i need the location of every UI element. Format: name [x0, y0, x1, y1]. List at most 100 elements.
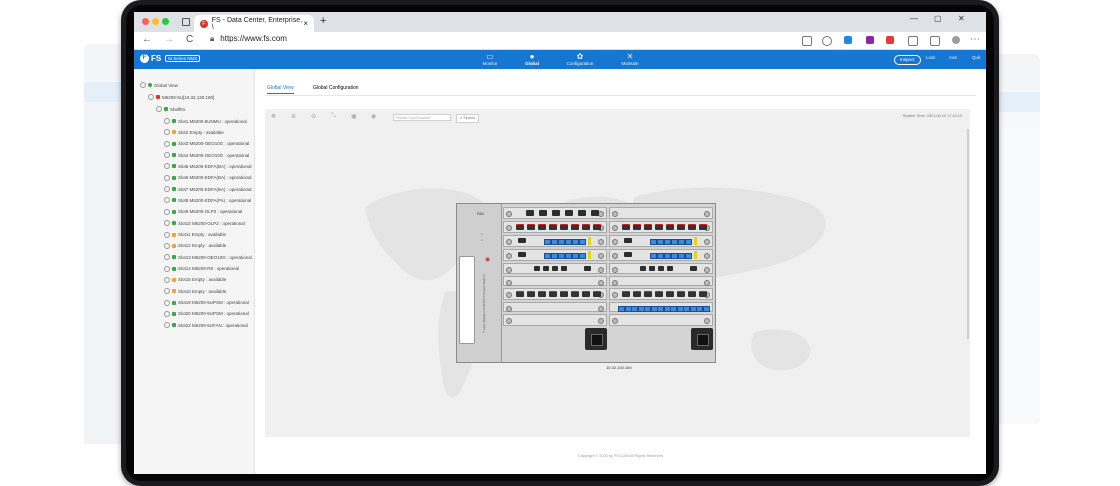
- tree-slot-item[interactable]: Slot20 M6200-5UPSM : operational: [164, 310, 249, 317]
- chassis-device[interactable]: FAN ● ● ◉ 5 Layer Modular FS-DCI/FS Tran…: [456, 203, 716, 363]
- chassis-slot[interactable]: [609, 288, 713, 300]
- save-icon[interactable]: ▣: [351, 113, 357, 120]
- tree-slot-item[interactable]: Slot9 M6200-OLP2 : operational: [164, 208, 242, 215]
- tree-slot-item[interactable]: Slot15 Empty : available: [164, 276, 226, 283]
- tree-slot-item[interactable]: Slot12 Empty : available: [164, 242, 226, 249]
- expand-icon[interactable]: [164, 129, 170, 136]
- chassis-slot[interactable]: [503, 235, 607, 247]
- fan-handle[interactable]: [459, 256, 475, 344]
- chassis-slot[interactable]: [503, 288, 607, 300]
- chassis-slot[interactable]: [609, 207, 713, 219]
- tree-slot-item[interactable]: Slot2 Empty : available: [164, 129, 224, 136]
- user-name[interactable]: root: [949, 55, 957, 60]
- chassis-slot[interactable]: [609, 276, 713, 286]
- expand-icon[interactable]: [164, 276, 170, 283]
- chassis-slot[interactable]: [503, 276, 607, 286]
- new-tab-button[interactable]: +: [320, 15, 326, 27]
- canvas-scrollbar[interactable]: [967, 129, 969, 339]
- expand-icon[interactable]: [164, 254, 170, 261]
- tree-shelf[interactable]: Shelf01: [156, 106, 185, 112]
- fs-logo[interactable]: F FS M Series NMS: [140, 54, 201, 63]
- expand-icon[interactable]: [164, 299, 170, 306]
- zoom-out-icon[interactable]: ⊖: [311, 113, 316, 120]
- expand-icon[interactable]: [164, 197, 170, 204]
- chassis-slot[interactable]: [609, 263, 713, 274]
- chassis-slot[interactable]: [609, 235, 713, 247]
- expand-icon[interactable]: [164, 163, 170, 170]
- tree-slot-item[interactable]: Slot7 M6200-EDFA(BA) : operational: [164, 186, 252, 193]
- inspect-button[interactable]: Inspect: [894, 55, 921, 65]
- expand-icon[interactable]: [164, 265, 170, 272]
- nav-maintain[interactable]: ✕ Maintain: [610, 52, 650, 66]
- back-arrow-icon[interactable]: ←: [142, 34, 152, 45]
- maximize-window-dot[interactable]: [162, 18, 169, 25]
- extension-red-icon[interactable]: [886, 36, 894, 44]
- chassis-slot[interactable]: [609, 314, 713, 326]
- tree-slot-item[interactable]: Slot22 M6200-5UFAN : operational: [164, 322, 248, 329]
- collections-icon[interactable]: [930, 36, 940, 46]
- zoom-in-icon[interactable]: ⊕: [291, 113, 296, 120]
- tree-device[interactable]: M6200-5U[10.32.130.160]: [148, 94, 214, 100]
- quit-link[interactable]: Quit: [972, 55, 980, 60]
- tab-actions-icon[interactable]: [182, 18, 190, 26]
- expand-icon[interactable]: [164, 118, 170, 124]
- nav-monitor[interactable]: ▭ Monitor: [470, 52, 510, 66]
- tree-slot-item[interactable]: Slot19 M6200-5UPSM : operational: [164, 299, 249, 306]
- search-input[interactable]: Please input content: [393, 114, 451, 121]
- extension-purple-icon[interactable]: [866, 36, 874, 44]
- view-eye-icon[interactable]: ◉: [371, 113, 376, 120]
- chassis-slot[interactable]: [503, 314, 607, 326]
- expand-icon[interactable]: [164, 231, 170, 238]
- chassis-slot[interactable]: [609, 221, 713, 233]
- read-aloud-icon[interactable]: [802, 36, 812, 46]
- tree-slot-item[interactable]: Slot1 M6200-5UNMU : operational: [164, 118, 247, 124]
- tree-slot-item[interactable]: Slot8 M6200-EDFA(PA) : operational: [164, 197, 251, 204]
- tree-root-global-view[interactable]: Global View: [140, 82, 178, 88]
- expand-icon[interactable]: [164, 310, 170, 317]
- topology-canvas[interactable]: ✥ ⊕ ⊖ ⤡ ▣ ◉ Please input content ⌕ Searc…: [265, 109, 970, 437]
- link-icon[interactable]: ⤡: [331, 113, 336, 120]
- more-menu-icon[interactable]: ⋯: [970, 34, 980, 45]
- close-tab-icon[interactable]: ×: [303, 19, 308, 28]
- search-button[interactable]: ⌕ Search: [456, 114, 480, 123]
- expand-icon[interactable]: [164, 220, 170, 227]
- tree-slot-item[interactable]: Slot3 M6200-OEO10G : operational: [164, 140, 249, 147]
- chassis-slot[interactable]: [503, 302, 607, 312]
- expand-icon[interactable]: [164, 242, 170, 249]
- profile-avatar-icon[interactable]: [952, 36, 960, 44]
- extension-puzzle-icon[interactable]: [908, 36, 918, 46]
- chassis-slot[interactable]: [609, 249, 713, 261]
- tab-global-configuration[interactable]: Global Configuration: [313, 85, 359, 91]
- lock-link[interactable]: Lock: [926, 55, 936, 60]
- expand-icon[interactable]: [164, 174, 170, 181]
- fit-view-icon[interactable]: ✥: [271, 113, 276, 120]
- extension-blue-icon[interactable]: [844, 36, 852, 44]
- expand-icon[interactable]: [140, 82, 146, 88]
- expand-icon[interactable]: [164, 186, 170, 193]
- tree-slot-item[interactable]: Slot5 M6200-EDFA(BA) : operational: [164, 163, 252, 170]
- browser-tab[interactable]: F FS - Data Center, Enterprise, \ ×: [194, 15, 314, 32]
- nav-configuration[interactable]: ✿ Configuration: [560, 52, 600, 66]
- tree-slot-item[interactable]: Slot6 M6200-EDFA(BA) : operational: [164, 174, 252, 181]
- tree-slot-item[interactable]: Slot14 M6200-R8 : operational: [164, 265, 239, 272]
- reload-icon[interactable]: C: [186, 34, 193, 45]
- fan-module[interactable]: FAN ● ● ◉ 5 Layer Modular FS-DCI/FS Tran…: [457, 204, 502, 362]
- forward-arrow-icon[interactable]: →: [164, 34, 174, 45]
- window-minimize-icon[interactable]: —: [910, 14, 918, 23]
- expand-icon[interactable]: [156, 106, 162, 112]
- expand-icon[interactable]: [164, 140, 170, 147]
- tree-slot-item[interactable]: Slot11 Empty : available: [164, 231, 226, 238]
- expand-icon[interactable]: [164, 322, 170, 329]
- chassis-slot[interactable]: [503, 207, 607, 219]
- window-close-icon[interactable]: ✕: [958, 14, 965, 23]
- chassis-slot[interactable]: [503, 221, 607, 233]
- close-window-dot[interactable]: [142, 18, 149, 25]
- expand-icon[interactable]: [148, 94, 154, 100]
- minimize-window-dot[interactable]: [152, 18, 159, 25]
- tree-slot-item[interactable]: Slot4 M6200-OEO10G : operational: [164, 152, 249, 159]
- tree-slot-item[interactable]: Slot16 Empty : available: [164, 288, 226, 295]
- tab-global-view[interactable]: Global View: [267, 85, 294, 94]
- chassis-slot[interactable]: [503, 249, 607, 261]
- favorite-add-icon[interactable]: [822, 36, 832, 46]
- tree-slot-item[interactable]: Slot13 M6200-OEO10G : operational: [164, 254, 252, 261]
